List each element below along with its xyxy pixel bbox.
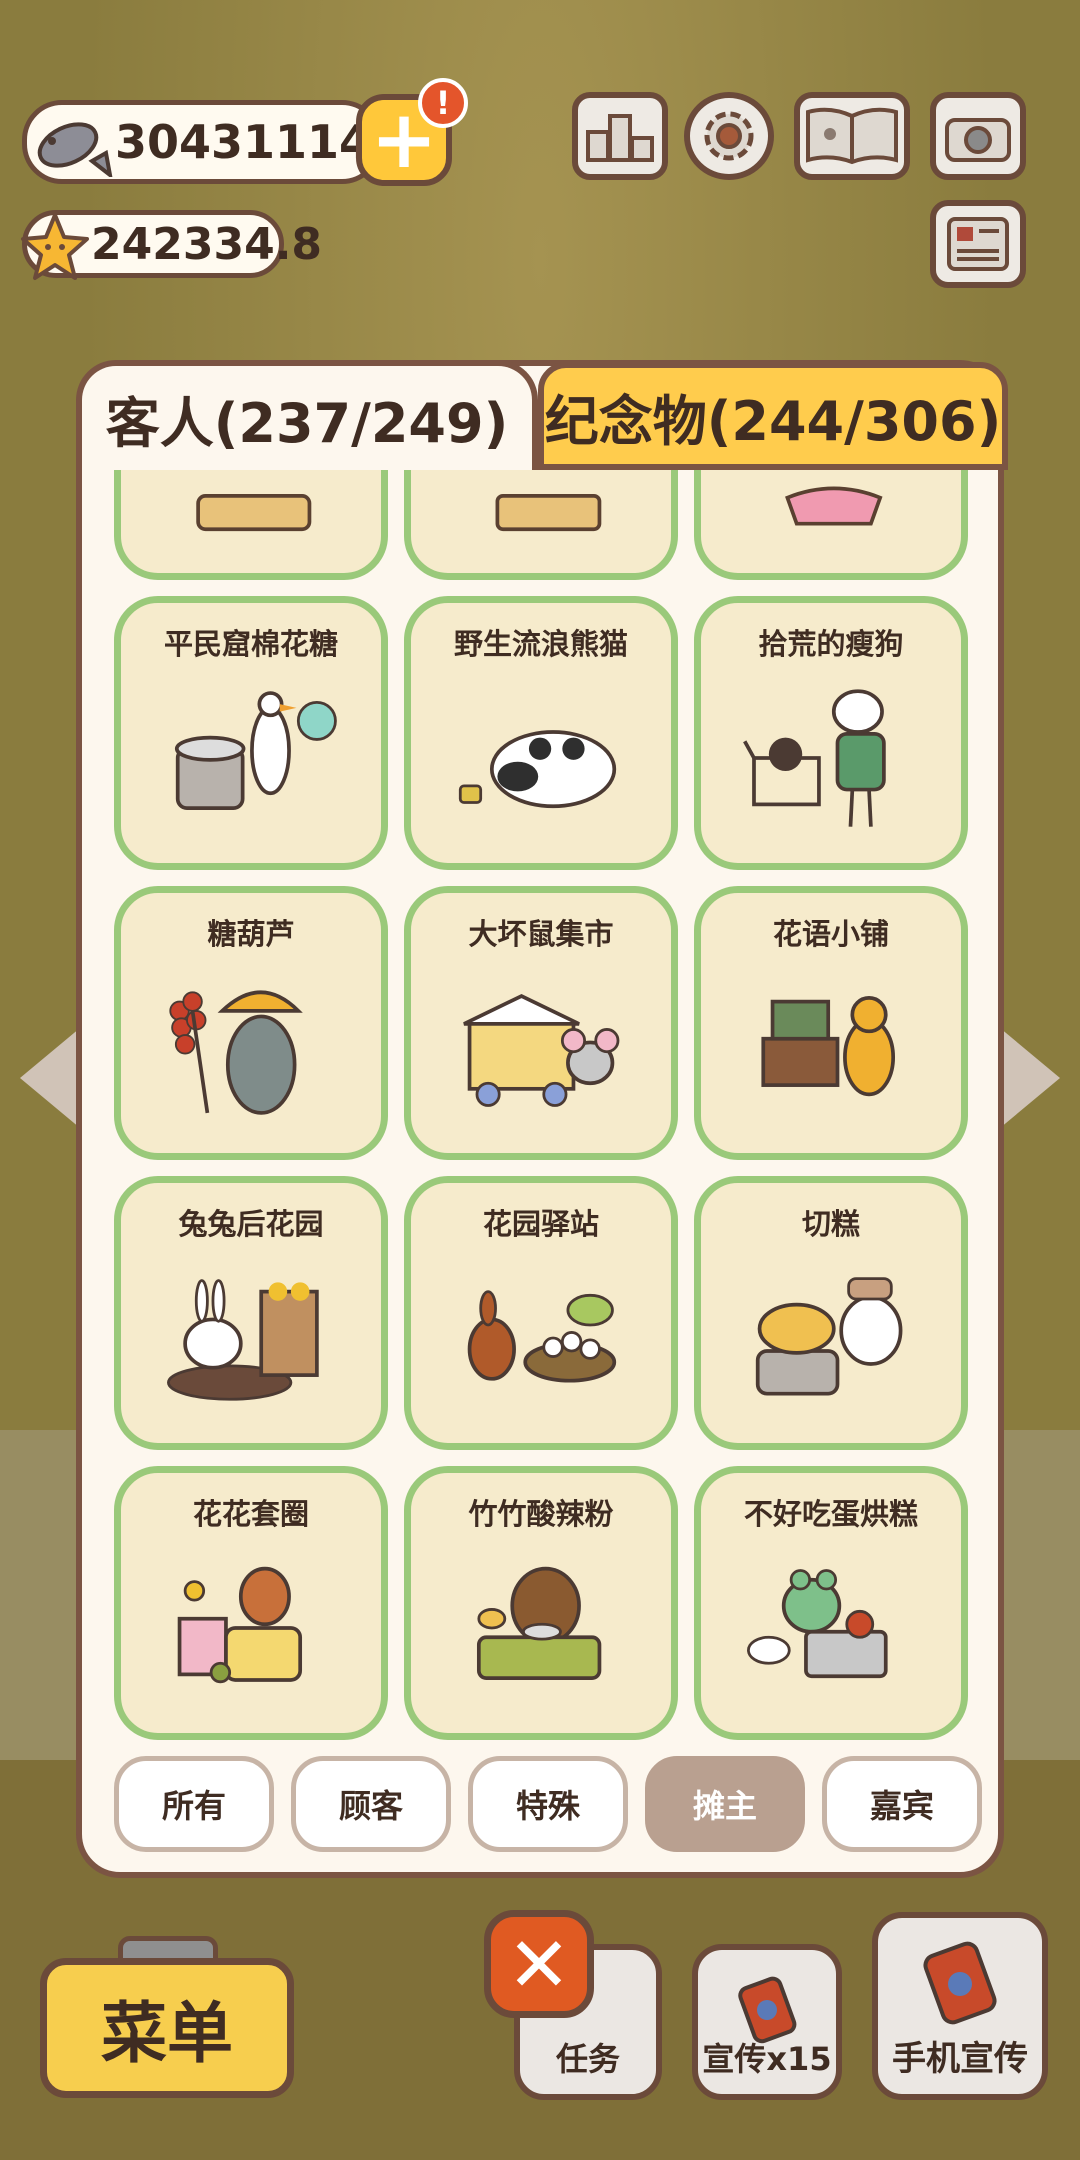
card-label: 兔兔后花园 (178, 1207, 324, 1241)
card-illustration (161, 971, 341, 1125)
tab-souvenirs[interactable]: 纪念物(244/306) (538, 362, 1008, 470)
phone-promo-icon (915, 1938, 1005, 2037)
card-illustration (161, 681, 341, 835)
card-illustration (451, 470, 631, 545)
collection-card[interactable]: 兔兔后花园 (114, 1176, 388, 1450)
card-label: 糖葫芦 (207, 917, 295, 951)
collection-card[interactable]: 花语小铺 (694, 886, 968, 1160)
collection-card-partial[interactable] (694, 470, 968, 580)
settings-gear-icon[interactable] (684, 92, 774, 180)
phone-icon (732, 1974, 802, 2052)
fish-currency-bar: 304311144 (22, 100, 403, 184)
collection-card[interactable]: 野生流浪熊猫 (404, 596, 678, 870)
card-illustration (741, 470, 921, 545)
card-illustration (451, 971, 631, 1125)
card-label: 花园驿站 (482, 1207, 599, 1241)
card-label: 平民窟棉花糖 (163, 627, 338, 661)
collection-grid: 平民窟棉花糖 野生流浪熊猫 拾荒的瘦狗 糖葫芦 大坏鼠集市 花语小铺 兔兔后花园… (112, 470, 968, 1742)
paw-book-icon[interactable] (794, 92, 910, 180)
card-label: 花花套圈 (192, 1497, 309, 1531)
card-label: 野生流浪熊猫 (453, 627, 628, 661)
collection-card[interactable]: 不好吃蛋烘糕 (694, 1466, 968, 1740)
card-illustration (451, 681, 631, 835)
close-button[interactable]: ✕ (484, 1910, 594, 2018)
card-illustration (161, 1551, 341, 1705)
star-amount: 242334.8 (91, 218, 323, 270)
card-illustration (741, 971, 921, 1125)
filter-all-button[interactable]: 所有 (114, 1756, 274, 1852)
phone-promo-button[interactable]: 手机宣传 (872, 1912, 1048, 2100)
ranking-icon[interactable] (572, 92, 668, 180)
phone-promo-label: 手机宣传 (892, 2039, 1028, 2079)
promo-button[interactable]: 宣传x15 (692, 1944, 842, 2100)
card-label: 花语小铺 (772, 917, 889, 951)
card-label: 大坏鼠集市 (468, 917, 614, 951)
filter-bar: 所有 顾客 特殊 摊主 嘉宾 (114, 1756, 982, 1852)
card-illustration (451, 1261, 631, 1415)
filter-customer-button[interactable]: 顾客 (291, 1756, 451, 1852)
card-label: 不好吃蛋烘糕 (743, 1497, 918, 1531)
collection-card[interactable]: 糖葫芦 (114, 886, 388, 1160)
collection-card-partial[interactable] (114, 470, 388, 580)
alert-badge: ! (418, 78, 468, 128)
collection-card[interactable]: 花园驿站 (404, 1176, 678, 1450)
collection-card-partial[interactable] (404, 470, 678, 580)
collection-card[interactable]: 拾荒的瘦狗 (694, 596, 968, 870)
collection-card[interactable]: 大坏鼠集市 (404, 886, 678, 1160)
filter-guest-button[interactable]: 嘉宾 (822, 1756, 982, 1852)
collection-card[interactable]: 花花套圈 (114, 1466, 388, 1740)
star-icon (15, 207, 95, 287)
tab-customers[interactable]: 客人(237/249) (76, 360, 538, 470)
collection-card[interactable]: 平民窟棉花糖 (114, 596, 388, 870)
card-illustration (741, 1551, 921, 1705)
card-label: 拾荒的瘦狗 (758, 627, 904, 661)
star-currency-bar: 242334.8 (21, 210, 322, 280)
camera-icon[interactable] (930, 92, 1026, 180)
card-illustration (741, 681, 921, 835)
card-illustration (161, 470, 341, 545)
card-illustration (451, 1551, 631, 1705)
collection-card[interactable]: 竹竹酸辣粉 (404, 1466, 678, 1740)
fish-icon (27, 107, 117, 183)
tasks-label: 任务 (555, 2040, 620, 2078)
card-illustration (161, 1261, 341, 1415)
card-label: 切糕 (801, 1207, 860, 1241)
filter-vendor-button[interactable]: 摊主 (645, 1756, 805, 1852)
card-label: 竹竹酸辣粉 (468, 1497, 614, 1531)
menu-button[interactable]: 菜单 (40, 1958, 294, 2098)
filter-special-button[interactable]: 特殊 (468, 1756, 628, 1852)
collection-card[interactable]: 切糕 (694, 1176, 968, 1450)
newspaper-icon[interactable] (930, 200, 1026, 288)
card-illustration (741, 1261, 921, 1415)
